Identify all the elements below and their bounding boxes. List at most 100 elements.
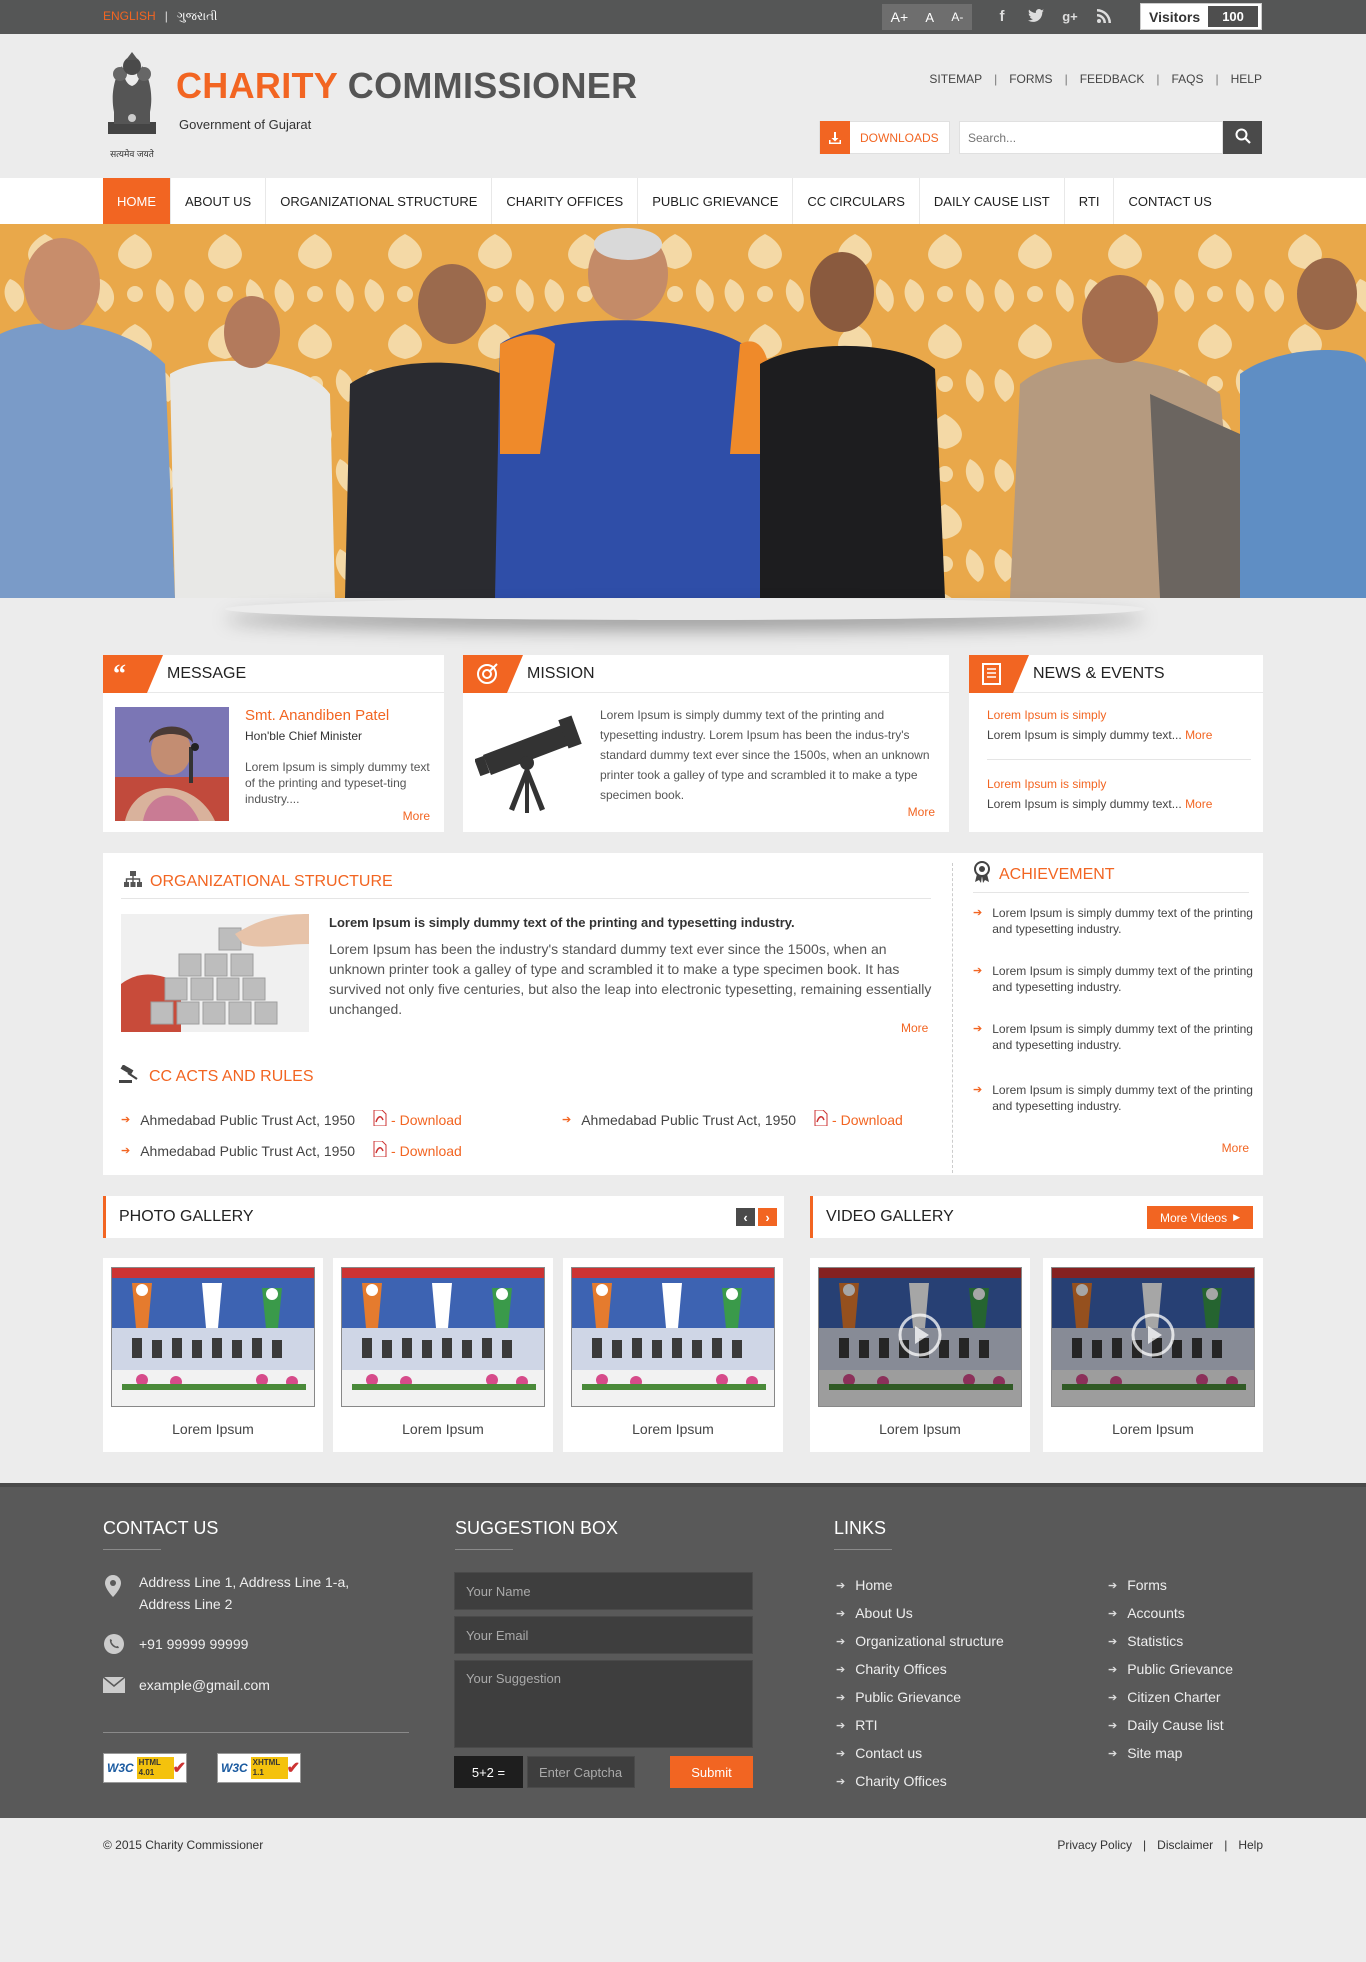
gallery-prev-button[interactable]: ‹ — [736, 1208, 755, 1226]
message-more-link[interactable]: More — [403, 809, 430, 823]
photo-caption: Lorem Ipsum — [402, 1421, 484, 1437]
search-button[interactable] — [1223, 121, 1262, 154]
act-item: ➔ Ahmedabad Public Trust Act, 1950 - Dow… — [121, 1140, 462, 1160]
footer-email[interactable]: example@gmail.com — [139, 1674, 270, 1696]
font-size-controls: A+ A A- — [882, 4, 972, 30]
disclaimer-link[interactable]: Disclaimer — [1157, 1838, 1213, 1852]
search-input[interactable] — [959, 121, 1223, 154]
suggestion-email-input[interactable]: Your Email — [454, 1616, 753, 1654]
mission-more-link[interactable]: More — [908, 805, 935, 819]
nav-charity-offices[interactable]: CHARITY OFFICES — [492, 178, 639, 224]
video-card[interactable]: Lorem Ipsum — [810, 1258, 1030, 1452]
more-videos-button[interactable]: More Videos ▶ — [1147, 1206, 1253, 1229]
w3c-xhtml-badge[interactable]: W3C XHTML 1.1 ✔ — [217, 1753, 301, 1783]
footer-link[interactable]: ➔ Accounts — [1108, 1605, 1185, 1621]
font-normal-button[interactable]: A — [925, 10, 934, 25]
nav-daily-cause-list[interactable]: DAILY CAUSE LIST — [920, 178, 1065, 224]
help-bottom-link[interactable]: Help — [1238, 1838, 1263, 1852]
footer-phone: +91 99999 99999 — [139, 1636, 249, 1652]
mission-title: MISSION — [527, 664, 595, 682]
forms-link[interactable]: FORMS — [1009, 72, 1052, 86]
news-heading[interactable]: Lorem Ipsum is simply — [987, 774, 1253, 794]
act-download-link[interactable]: - Download — [391, 1143, 462, 1159]
footer-link[interactable]: ➔ Contact us — [836, 1745, 922, 1761]
privacy-policy-link[interactable]: Privacy Policy — [1057, 1838, 1132, 1852]
footer-link[interactable]: ➔ Site map — [1108, 1745, 1182, 1761]
video-card[interactable]: Lorem Ipsum — [1043, 1258, 1263, 1452]
footer-link[interactable]: ➔ Charity Offices — [836, 1661, 947, 1677]
top-bar: ENGLISH | ગુજરાતી A+ A A- f g+ Visitors 10… — [0, 0, 1366, 34]
arrow-icon: ➔ — [1108, 1635, 1118, 1648]
nav-home[interactable]: HOME — [103, 178, 171, 224]
news-item: Lorem Ipsum is simply Lorem Ipsum is sim… — [987, 774, 1253, 814]
w3c-html-badge[interactable]: W3C HTML 4.01 ✔ — [103, 1753, 187, 1783]
footer-link[interactable]: ➔ About Us — [836, 1605, 913, 1621]
downloads-button[interactable]: DOWNLOADS — [819, 121, 950, 154]
quote-icon: “ — [103, 654, 163, 693]
footer-link[interactable]: ➔ Charity Offices — [836, 1773, 947, 1789]
nav-contact-us[interactable]: CONTACT US — [1114, 178, 1225, 224]
nav-rti[interactable]: RTI — [1065, 178, 1115, 224]
captcha-input[interactable]: Enter Captcha — [527, 1756, 635, 1788]
news-heading[interactable]: Lorem Ipsum is simply — [987, 705, 1253, 725]
footer-link[interactable]: ➔ Forms — [1108, 1577, 1167, 1593]
news-text: Lorem Ipsum is simply dummy text... — [987, 797, 1182, 811]
suggestion-textarea[interactable]: Your Suggestion — [454, 1660, 753, 1748]
help-link[interactable]: HELP — [1231, 72, 1262, 86]
rss-icon[interactable] — [1094, 6, 1114, 26]
message-author-name[interactable]: Smt. Anandiben Patel — [245, 707, 389, 724]
org-more-link[interactable]: More — [901, 1021, 928, 1035]
video-caption: Lorem Ipsum — [1112, 1421, 1194, 1437]
state-emblem-logo[interactable]: सत्यमेव जयते — [100, 52, 164, 159]
gallery-next-button[interactable]: › — [758, 1208, 777, 1226]
footer-link[interactable]: ➔ Public Grievance — [836, 1689, 961, 1705]
photo-card[interactable]: Lorem Ipsum — [333, 1258, 553, 1452]
act-download-link[interactable]: - Download — [832, 1112, 903, 1128]
pdf-icon — [814, 1109, 828, 1129]
faqs-link[interactable]: FAQS — [1172, 72, 1204, 86]
play-icon[interactable] — [1130, 1312, 1176, 1361]
footer-link[interactable]: ➔ Home — [836, 1577, 893, 1593]
footer-link[interactable]: ➔ Citizen Charter — [1108, 1689, 1221, 1705]
award-icon — [973, 861, 991, 888]
photo-card[interactable]: Lorem Ipsum — [563, 1258, 783, 1452]
feedback-link[interactable]: FEEDBACK — [1080, 72, 1145, 86]
facebook-icon[interactable]: f — [992, 6, 1012, 26]
achievement-text: Lorem Ipsum is simply dummy text of the … — [992, 1083, 1253, 1113]
act-download-link[interactable]: - Download — [391, 1112, 462, 1128]
achievement-more-link[interactable]: More — [1222, 1141, 1249, 1155]
news-more-link[interactable]: More — [1185, 797, 1212, 811]
footer-link[interactable]: ➔ Statistics — [1108, 1633, 1183, 1649]
twitter-icon[interactable] — [1026, 6, 1046, 26]
font-increase-button[interactable]: A+ — [891, 9, 909, 25]
arrow-icon: ➔ — [1108, 1719, 1118, 1732]
achievement-item: ➔ Lorem Ipsum is simply dummy text of the… — [973, 1082, 1253, 1114]
footer-link[interactable]: ➔ Organizational structure — [836, 1633, 1004, 1649]
language-switcher: ENGLISH | ગુજરાતી — [103, 9, 217, 24]
nav-about-us[interactable]: ABOUT US — [171, 178, 267, 224]
nav-cc-circulars[interactable]: CC CIRCULARS — [793, 178, 920, 224]
photo-caption: Lorem Ipsum — [172, 1421, 254, 1437]
news-divider — [987, 759, 1251, 760]
footer-link[interactable]: ➔ RTI — [836, 1717, 878, 1733]
suggestion-name-input[interactable]: Your Name — [454, 1572, 753, 1610]
play-arrow-icon: ▶ — [1233, 1212, 1241, 1222]
site-subtitle: Government of Gujarat — [179, 117, 312, 132]
search-icon — [1235, 128, 1251, 147]
arrow-icon: ➔ — [836, 1607, 846, 1620]
lang-english-link[interactable]: ENGLISH — [103, 9, 156, 23]
site-title[interactable]: CHARITY COMMISSIONER — [176, 65, 637, 107]
lang-gujarati-link[interactable]: ગુજરાતી — [177, 9, 218, 23]
message-title: MESSAGE — [167, 664, 247, 682]
footer-link[interactable]: ➔ Public Grievance — [1108, 1661, 1233, 1677]
nav-organizational-structure[interactable]: ORGANIZATIONAL STRUCTURE — [266, 178, 493, 224]
play-icon[interactable] — [897, 1312, 943, 1361]
photo-card[interactable]: Lorem Ipsum — [103, 1258, 323, 1452]
submit-button[interactable]: Submit — [670, 1756, 753, 1788]
sitemap-link[interactable]: SITEMAP — [929, 72, 982, 86]
font-decrease-button[interactable]: A- — [951, 10, 963, 24]
nav-public-grievance[interactable]: PUBLIC GRIEVANCE — [638, 178, 794, 224]
footer-link[interactable]: ➔ Daily Cause list — [1108, 1717, 1224, 1733]
news-more-link[interactable]: More — [1185, 728, 1212, 742]
google-plus-icon[interactable]: g+ — [1060, 6, 1080, 26]
